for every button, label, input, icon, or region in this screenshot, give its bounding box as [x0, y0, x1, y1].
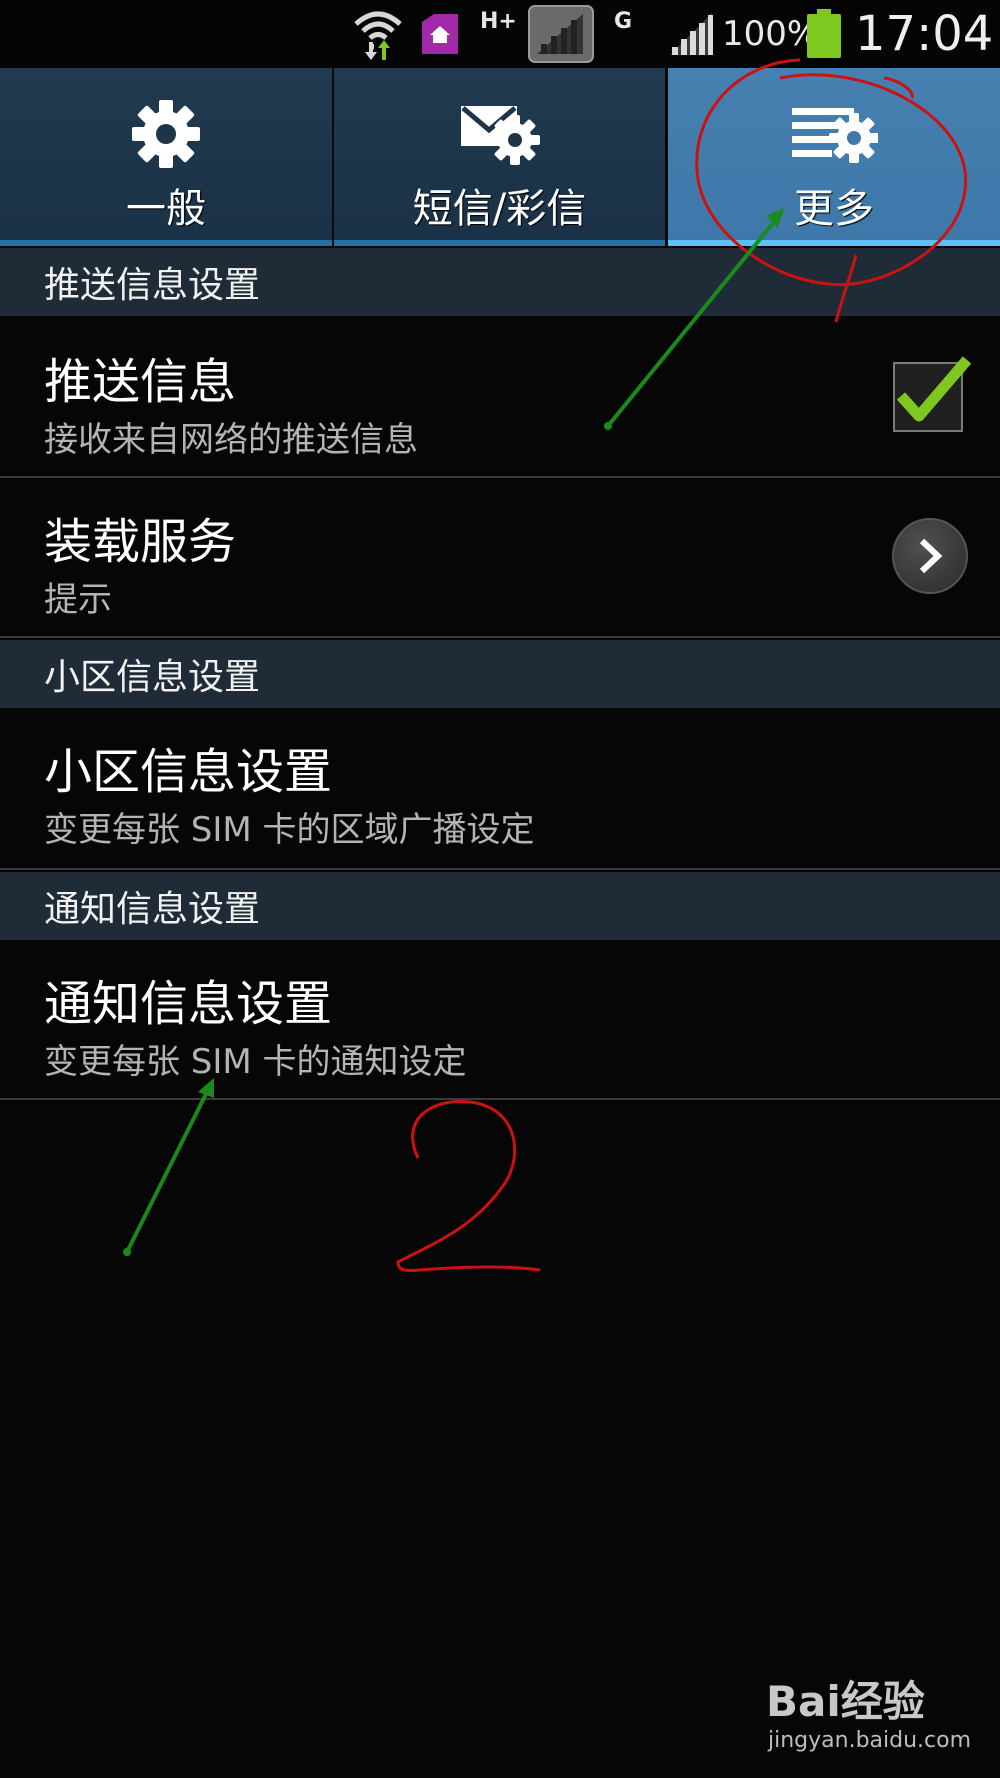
- item-subtitle: 接收来自网络的推送信息: [44, 420, 418, 460]
- item-title: 推送信息: [44, 354, 237, 410]
- wifi-icon: [352, 0, 404, 68]
- item-title: 通知信息设置: [44, 976, 333, 1032]
- tab-messages[interactable]: 短信/彩信: [334, 68, 665, 246]
- annotation-number-2: [396, 1100, 541, 1272]
- tab-general[interactable]: 一般: [0, 68, 332, 246]
- tab-more[interactable]: 更多: [668, 68, 1000, 246]
- tab-general-label: 一般: [126, 186, 206, 232]
- item-title: 小区信息设置: [44, 744, 333, 800]
- sim-signal-icon: [527, 0, 595, 68]
- network-type-label: H+: [480, 8, 517, 34]
- signal-icon: [668, 0, 716, 68]
- section-header-notification: 通知信息设置: [0, 872, 1000, 940]
- item-subtitle: 提示: [44, 580, 112, 620]
- push-messages-checkbox[interactable]: [893, 356, 972, 432]
- annotation-arrow-2: [125, 1081, 214, 1253]
- list-item-push-messages[interactable]: 推送信息 接收来自网络的推送信息: [0, 316, 1000, 478]
- section-header-push: 推送信息设置: [0, 248, 1000, 316]
- list-item-notification[interactable]: 通知信息设置 变更每张 SIM 卡的通知设定: [0, 940, 1000, 1100]
- item-subtitle: 变更每张 SIM 卡的区域广播设定: [44, 810, 535, 850]
- tab-indicator: [334, 240, 665, 246]
- load-service-chevron-button[interactable]: [892, 518, 968, 594]
- more-settings-icon: [790, 98, 878, 170]
- list-item-cell-broadcast[interactable]: 小区信息设置 变更每张 SIM 卡的区域广播设定: [0, 708, 1000, 870]
- watermark-url: jingyan.baidu.com: [768, 1728, 972, 1753]
- gear-icon: [130, 98, 202, 170]
- list-item-load-service[interactable]: 装载服务 提示: [0, 478, 1000, 638]
- tab-indicator: [0, 240, 332, 246]
- watermark-logo: Bai经验: [766, 1677, 925, 1726]
- tab-messages-label: 短信/彩信: [412, 186, 587, 232]
- checkmark-icon: [896, 356, 972, 422]
- chevron-right-icon: [919, 538, 943, 574]
- settings-tabs: 一般 短信/彩信 更多: [0, 68, 1000, 246]
- home-icon: [420, 0, 462, 68]
- item-subtitle: 变更每张 SIM 卡的通知设定: [44, 1042, 467, 1082]
- clock: 17:04: [855, 6, 994, 62]
- section-header-cell-broadcast: 小区信息设置: [0, 640, 1000, 708]
- message-settings-icon: [459, 98, 541, 170]
- tab-indicator-selected: [668, 240, 1000, 246]
- baidu-watermark: Bai经验 jingyan.baidu.com: [766, 1668, 976, 1758]
- network-type-label-2: G: [614, 8, 633, 34]
- battery-icon: [806, 0, 842, 68]
- item-title: 装载服务: [44, 514, 237, 570]
- tab-more-label: 更多: [794, 186, 874, 232]
- battery-percent: 100%: [722, 14, 820, 54]
- status-bar: H+ G 100% 17:04: [0, 0, 1000, 68]
